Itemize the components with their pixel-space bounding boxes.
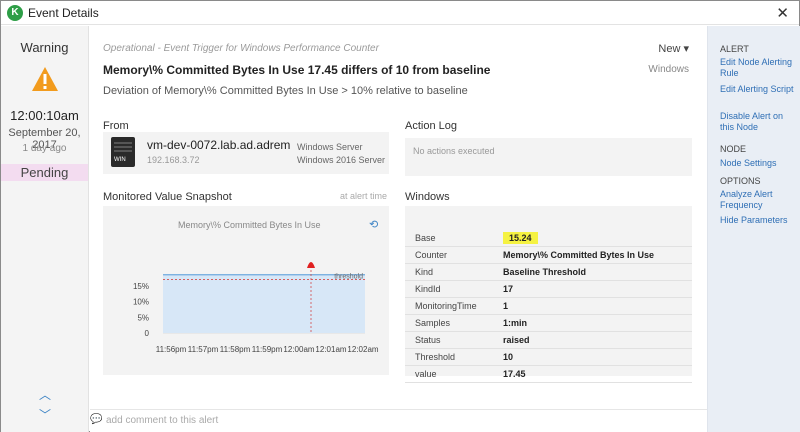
windows-params-panel: Base 15.24 Counter Memory\% Committed Bytes… xyxy=(405,206,692,383)
windows-heading: Windows xyxy=(405,191,450,203)
param-value: raised xyxy=(503,335,530,345)
param-row: MonitoringTime 1 xyxy=(405,298,692,315)
hide-parameters-link[interactable]: Hide Parameters xyxy=(720,215,796,226)
from-panel: WIN vm-dev-0072.lab.ad.adrem 192.168.3.7… xyxy=(103,132,389,174)
disable-alert-link[interactable]: Disable Alert on this Node xyxy=(720,111,796,133)
alert-section-heading: ALERT xyxy=(720,44,749,54)
x-tick-label: 12:01am xyxy=(315,345,346,354)
param-value: 15.24 xyxy=(503,232,538,244)
snapshot-chart: 15%10%5%0threshold11:56pm 11:57pm 11:58pm 1… xyxy=(133,262,379,354)
param-row: Counter Memory\% Committed Bytes In Use xyxy=(405,247,692,264)
node-ip: 192.168.3.72 xyxy=(147,155,200,165)
param-key: Status xyxy=(415,335,441,345)
param-value: 10 xyxy=(503,352,514,362)
window-title: Event Details xyxy=(28,6,99,20)
param-key: Samples xyxy=(415,318,451,328)
y-tick-label: 10% xyxy=(133,298,149,307)
param-key: value xyxy=(415,369,437,379)
warning-icon xyxy=(32,67,58,91)
next-alert-chevron-down-icon[interactable]: ﹀ xyxy=(39,406,51,423)
snapshot-time-label: at alert time xyxy=(340,191,388,201)
action-log-heading: Action Log xyxy=(405,120,457,132)
app-logo-icon: K xyxy=(7,5,23,21)
analyze-alert-frequency-link[interactable]: Analyze Alert Frequency xyxy=(720,189,796,211)
param-key: Base xyxy=(415,233,436,243)
param-key: KindId xyxy=(415,284,441,294)
param-row: KindId 17 xyxy=(405,281,692,298)
alert-description: Deviation of Memory\% Committed Bytes In… xyxy=(103,85,468,97)
param-value: Memory\% Committed Bytes In Use xyxy=(503,250,655,260)
node-section-heading: NODE xyxy=(720,144,747,154)
edit-alerting-script-link[interactable]: Edit Alerting Script xyxy=(720,84,796,95)
param-key: Threshold xyxy=(415,352,456,362)
param-row: Status raised xyxy=(405,332,692,349)
alert-summary-pane: Warning 12:00:10am September 20, 2017 1 … xyxy=(1,26,89,432)
title-bar: K Event Details ✕ xyxy=(1,1,799,25)
param-row: Kind Baseline Threshold xyxy=(405,264,692,281)
param-value: 1:min xyxy=(503,318,528,328)
alert-source-label: Operational - Event Trigger for Windows … xyxy=(103,43,379,54)
param-row: value 17.45 xyxy=(405,366,692,383)
alert-category: Windows xyxy=(648,64,689,75)
snapshot-chart-panel: Memory\% Committed Bytes In Use ⟲ 15% 10%… xyxy=(103,206,389,375)
param-value: 1 xyxy=(503,301,509,311)
comment-bar: 💬 add comment to this alert xyxy=(90,409,707,432)
x-tick-label: 11:58pm xyxy=(220,345,251,354)
node-settings-link[interactable]: Node Settings xyxy=(720,158,796,169)
status-badge[interactable]: Pending xyxy=(1,164,88,181)
param-key: MonitoringTime xyxy=(415,301,477,311)
snapshot-heading: Monitored Value Snapshot xyxy=(103,191,232,203)
close-button[interactable]: ✕ xyxy=(776,4,789,22)
x-tick-label: 12:02am xyxy=(347,345,378,354)
x-tick-label: 11:59pm xyxy=(252,345,283,354)
action-log-panel: No actions executed xyxy=(405,138,692,176)
event-details-window: K Event Details ✕ Warning 12:00:10am Sep… xyxy=(0,0,800,432)
alert-age: 1 day ago xyxy=(22,143,67,154)
from-heading: From xyxy=(103,120,129,132)
y-tick-label: 15% xyxy=(133,282,149,291)
param-row: Base 15.24 xyxy=(405,230,692,247)
previous-alert-chevron-up-icon[interactable]: ︿ xyxy=(39,386,51,403)
node-os-version: Windows 2016 Server xyxy=(297,155,386,165)
x-tick-label: 11:56pm xyxy=(156,345,187,354)
threshold-label: threshold xyxy=(334,273,363,280)
x-tick-label: 11:57pm xyxy=(188,345,219,354)
param-value: 17 xyxy=(503,284,514,294)
edit-node-alerting-rule-link[interactable]: Edit Node Alerting Rule xyxy=(720,57,796,79)
state-dropdown[interactable]: New ▾ xyxy=(658,42,689,55)
windows-server-icon: WIN xyxy=(111,137,135,167)
param-key: Kind xyxy=(415,267,434,277)
alert-title: Memory\% Committed Bytes In Use 17.45 di… xyxy=(103,63,491,77)
node-os-type: Windows Server xyxy=(297,142,363,152)
severity-label: Warning xyxy=(20,40,69,55)
alert-detail-main: Operational - Event Trigger for Windows … xyxy=(90,26,707,409)
y-tick-label: 5% xyxy=(137,313,149,322)
alert-bell-icon xyxy=(307,262,315,268)
x-tick-label: 12:00am xyxy=(283,345,314,354)
comment-icon: 💬 xyxy=(90,414,103,425)
series-area xyxy=(163,274,365,333)
param-value: Baseline Threshold xyxy=(503,267,587,277)
action-log-empty: No actions executed xyxy=(413,146,495,156)
param-value: 17.45 xyxy=(503,369,526,379)
node-hostname[interactable]: vm-dev-0072.lab.ad.adrem xyxy=(147,138,290,152)
param-row: Samples 1:min xyxy=(405,315,692,332)
options-section-heading: OPTIONS xyxy=(720,176,761,186)
param-row: Threshold 10 xyxy=(405,349,692,366)
comment-input[interactable]: add comment to this alert xyxy=(106,415,218,426)
param-key: Counter xyxy=(415,250,448,260)
actions-pane: ALERT Edit Node Alerting Rule Edit Alert… xyxy=(707,26,800,432)
y-tick-label: 0 xyxy=(145,329,150,338)
alert-time: 12:00:10am xyxy=(10,108,79,123)
